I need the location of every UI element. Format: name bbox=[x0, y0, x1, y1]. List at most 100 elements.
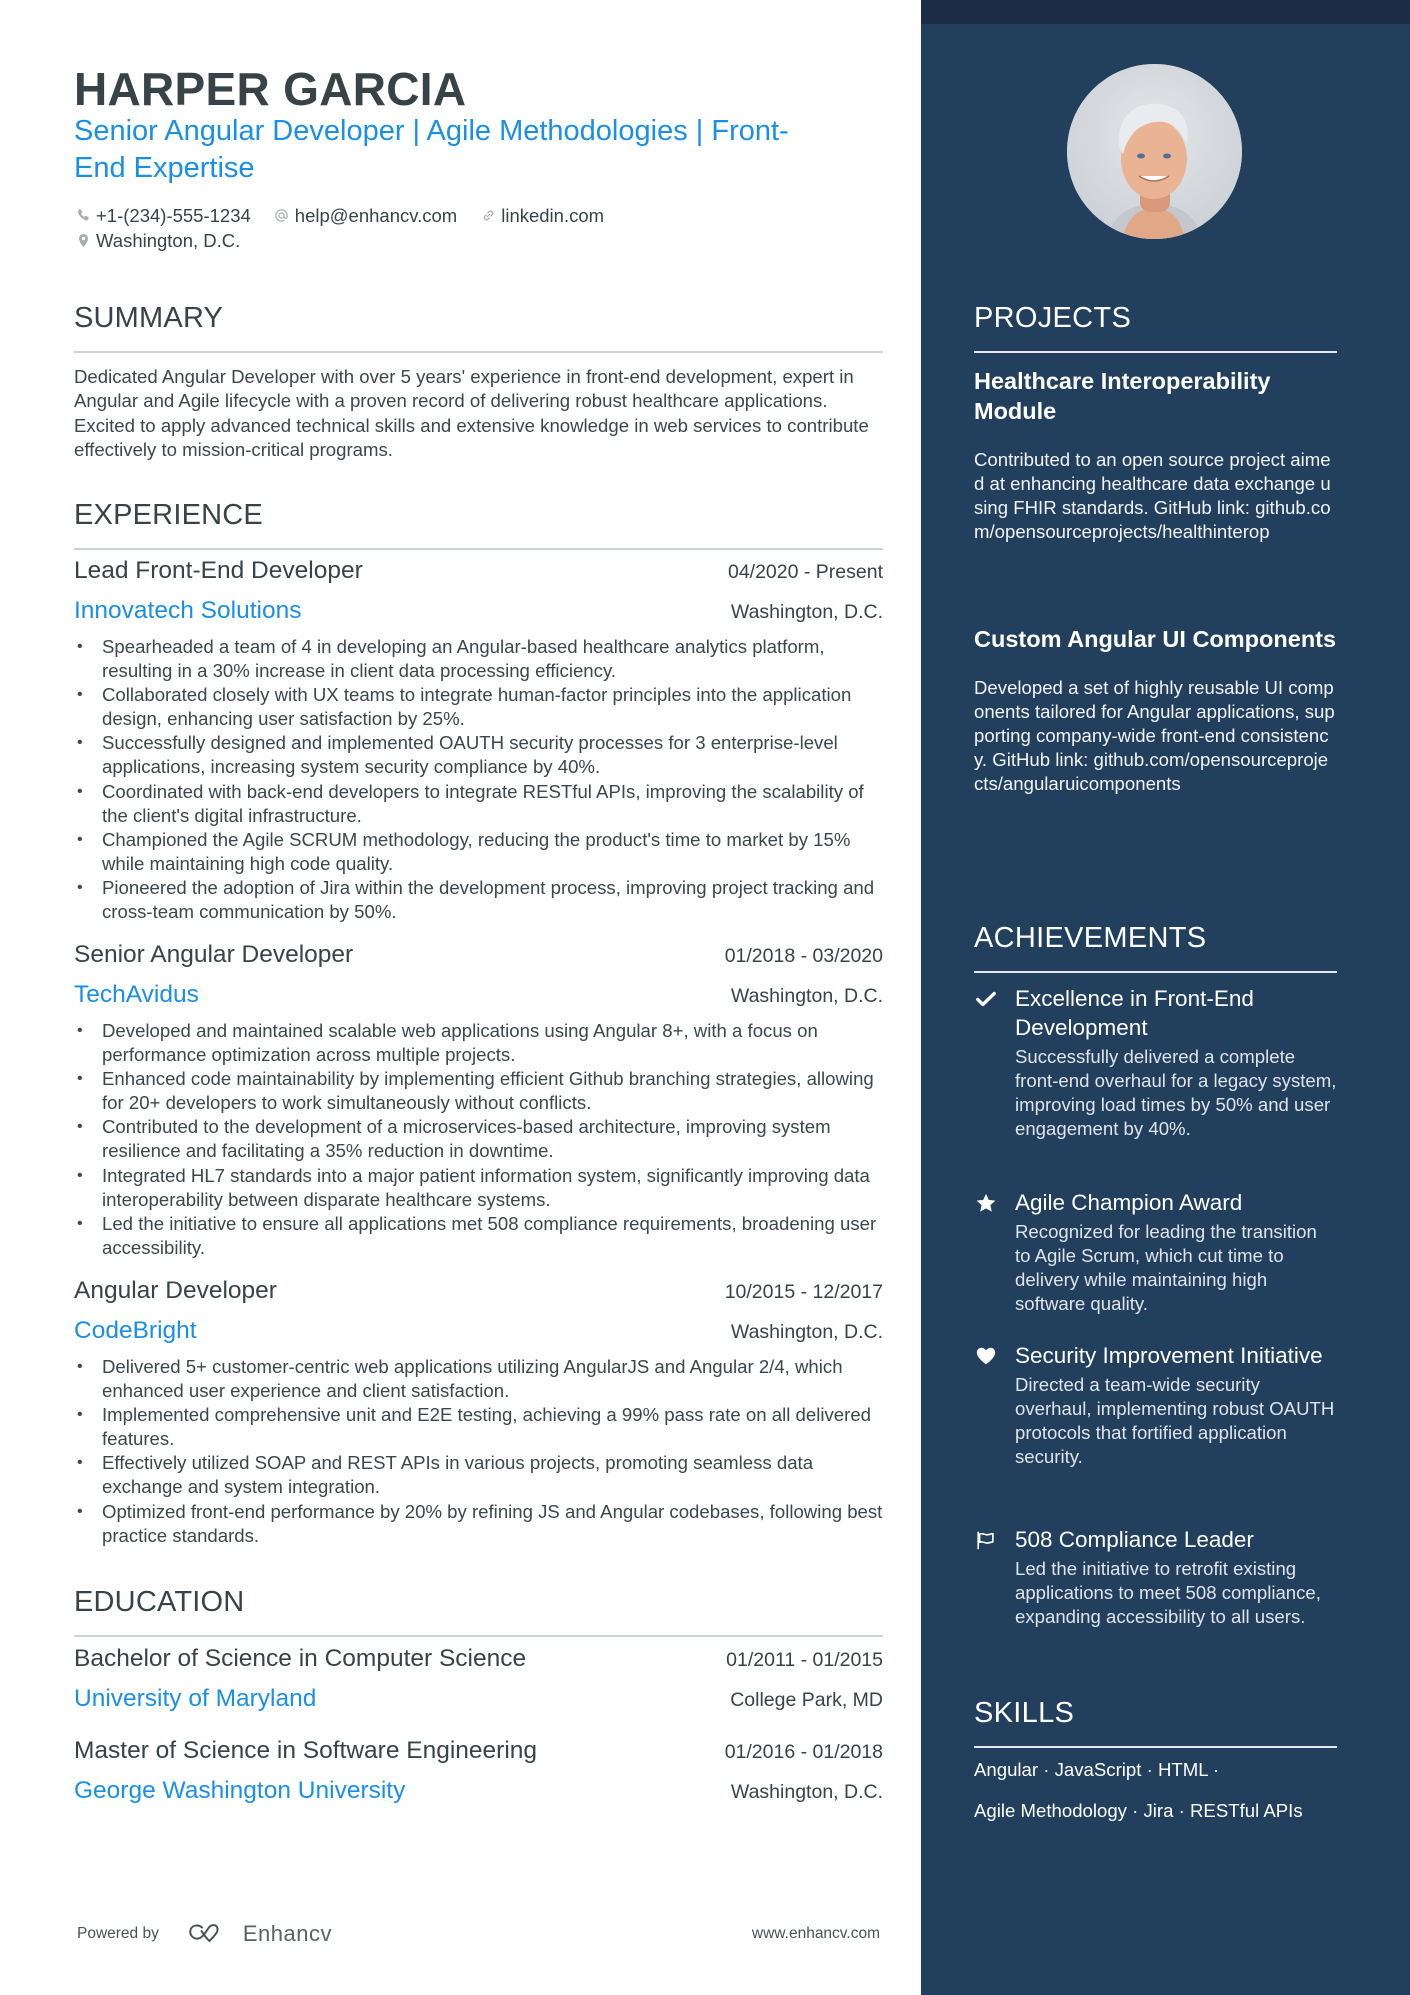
job-location: Washington, D.C. bbox=[730, 601, 883, 623]
job-bullet: Successfully designed and implemented OA… bbox=[74, 731, 883, 779]
edu-school[interactable]: George Washington University bbox=[74, 1777, 405, 1805]
footer-website[interactable]: www.enhancv.com bbox=[752, 1925, 880, 1943]
job-role: Angular Developer bbox=[74, 1277, 277, 1304]
contact-link[interactable]: linkedin.com bbox=[479, 205, 604, 227]
profile-photo bbox=[1067, 64, 1242, 239]
job-bullet: Pioneered the adoption of Jira within th… bbox=[74, 876, 883, 924]
contact-phone[interactable]: +1-(234)-555-1234 bbox=[74, 205, 251, 227]
star-icon bbox=[974, 1191, 998, 1215]
flag-icon bbox=[974, 1528, 998, 1552]
job-company[interactable]: TechAvidus bbox=[74, 981, 199, 1009]
job-bullet: Optimized front-end performance by 20% b… bbox=[74, 1500, 883, 1548]
achievement-item: Security Improvement Initiative Directed… bbox=[974, 1341, 1337, 1469]
achievement-title: Excellence in Front-End Development bbox=[1015, 986, 1254, 1040]
summary-heading-text: SUMMARY bbox=[74, 302, 224, 334]
experience-heading-text: EXPERIENCE bbox=[74, 499, 263, 531]
experience-divider bbox=[74, 548, 883, 550]
location-pin-icon bbox=[74, 232, 92, 250]
achievement-description: Led the initiative to retrofit existing … bbox=[1015, 1558, 1321, 1627]
job-bullets: Delivered 5+ customer-centric web applic… bbox=[74, 1355, 883, 1548]
job-bullet: Effectively utilized SOAP and REST APIs … bbox=[74, 1451, 883, 1499]
education-heading-text: EDUCATION bbox=[74, 1586, 245, 1618]
job-bullet: Enhanced code maintainability by impleme… bbox=[74, 1067, 883, 1115]
job-role: Lead Front-End Developer bbox=[74, 557, 363, 584]
projects-heading-text: PROJECTS bbox=[974, 302, 1132, 334]
job-bullet: Contributed to the development of a micr… bbox=[74, 1115, 883, 1163]
education-heading: EDUCATION bbox=[74, 1586, 883, 1638]
edu-dates: 01/2011 - 01/2015 bbox=[726, 1649, 883, 1671]
phone-icon bbox=[74, 207, 92, 225]
experience-entry: Lead Front-End Developer 04/2020 - Prese… bbox=[74, 557, 883, 924]
main-column: HARPER GARCIA Senior Angular Developer |… bbox=[0, 0, 921, 1995]
project-description: Contributed to an open source project ai… bbox=[974, 449, 1331, 542]
job-bullet: Championed the Agile SCRUM methodology, … bbox=[74, 828, 883, 876]
achievement-description: Directed a team-wide security overhaul, … bbox=[1015, 1374, 1335, 1467]
project-title: Custom Angular UI Components bbox=[974, 626, 1337, 652]
at-icon bbox=[273, 207, 291, 225]
job-bullets: Developed and maintained scalable web ap… bbox=[74, 1019, 883, 1260]
skills-line: Agile Methodology · Jira · RESTful APIs bbox=[974, 1800, 1303, 1821]
achievements-heading: ACHIEVEMENTS bbox=[974, 922, 1337, 974]
job-bullet: Integrated HL7 standards into a major pa… bbox=[74, 1164, 883, 1212]
heart-icon bbox=[974, 1344, 998, 1368]
summary-heading: SUMMARY bbox=[74, 302, 883, 354]
education-entry: Bachelor of Science in Computer Science … bbox=[74, 1645, 883, 1721]
achievement-item: 508 Compliance Leader Led the initiative… bbox=[974, 1525, 1337, 1629]
project-item: Custom Angular UI Components Developed a… bbox=[974, 624, 1337, 796]
project-title: Healthcare Interoperability Module bbox=[974, 368, 1271, 424]
link-text: linkedin.com bbox=[501, 204, 605, 226]
edu-location: College Park, MD bbox=[730, 1689, 883, 1711]
achievements-heading-text: ACHIEVEMENTS bbox=[974, 922, 1207, 954]
skills-divider bbox=[974, 1746, 1337, 1748]
email-text: help@enhancv.com bbox=[294, 204, 458, 226]
job-bullet: Delivered 5+ customer-centric web applic… bbox=[74, 1355, 883, 1403]
job-bullets: Spearheaded a team of 4 in developing an… bbox=[74, 635, 883, 924]
job-location: Washington, D.C. bbox=[730, 1321, 883, 1343]
job-bullet: Developed and maintained scalable web ap… bbox=[74, 1019, 883, 1067]
summary-text: Dedicated Angular Developer with over 5 … bbox=[74, 366, 869, 460]
candidate-title: Senior Angular Developer | Agile Methodo… bbox=[74, 115, 789, 184]
edu-school[interactable]: University of Maryland bbox=[74, 1685, 316, 1713]
job-location: Washington, D.C. bbox=[730, 985, 883, 1007]
powered-by-text: Powered by bbox=[77, 1925, 159, 1942]
job-bullet: Led the initiative to ensure all applica… bbox=[74, 1212, 883, 1260]
brand-name: Enhancv bbox=[242, 1921, 332, 1946]
achievement-title: 508 Compliance Leader bbox=[1015, 1527, 1254, 1552]
job-dates: 01/2018 - 03/2020 bbox=[724, 945, 883, 967]
achievement-item: Excellence in Front-End Development Succ… bbox=[974, 984, 1337, 1141]
achievement-title: Agile Champion Award bbox=[1015, 1190, 1243, 1215]
education-divider bbox=[74, 1635, 883, 1637]
edu-degree: Master of Science in Software Engineerin… bbox=[74, 1737, 538, 1764]
achievement-description: Recognized for leading the transition to… bbox=[1015, 1221, 1317, 1314]
project-description: Developed a set of highly reusable UI co… bbox=[974, 677, 1335, 794]
job-bullet: Collaborated closely with UX teams to in… bbox=[74, 683, 883, 731]
experience-entry: Angular Developer 10/2015 - 12/2017 Code… bbox=[74, 1277, 883, 1548]
job-bullet: Coordinated with back-end developers to … bbox=[74, 780, 883, 828]
skills-heading: SKILLS bbox=[974, 1697, 1337, 1749]
experience-heading: EXPERIENCE bbox=[74, 499, 883, 551]
footer: Powered by Enhancv www.enhancv.com bbox=[77, 1914, 880, 1954]
achievement-title: Security Improvement Initiative bbox=[1015, 1343, 1323, 1368]
contact-email[interactable]: help@enhancv.com bbox=[273, 205, 457, 227]
education-entry: Master of Science in Software Engineerin… bbox=[74, 1737, 883, 1813]
sidebar: PROJECTS Healthcare Interoperability Mod… bbox=[921, 0, 1410, 1995]
job-dates: 10/2015 - 12/2017 bbox=[724, 1281, 883, 1303]
projects-heading: PROJECTS bbox=[974, 302, 1337, 354]
phone-text: +1-(234)-555-1234 bbox=[96, 204, 251, 226]
enhancv-logo[interactable]: Enhancv bbox=[187, 1921, 332, 1947]
skills-list: Angular · JavaScript · HTML · Agile Meth… bbox=[974, 1758, 1337, 1840]
edu-location: Washington, D.C. bbox=[730, 1781, 883, 1803]
achievement-description: Successfully delivered a complete front-… bbox=[1015, 1046, 1337, 1139]
job-role: Senior Angular Developer bbox=[74, 941, 354, 968]
experience-entry: Senior Angular Developer 01/2018 - 03/20… bbox=[74, 941, 883, 1260]
job-dates: 04/2020 - Present bbox=[727, 561, 883, 583]
job-company[interactable]: Innovatech Solutions bbox=[74, 597, 301, 625]
job-company[interactable]: CodeBright bbox=[74, 1317, 197, 1345]
contact-row: +1-(234)-555-1234 help@enhancv.com linke… bbox=[74, 203, 883, 228]
job-bullet: Spearheaded a team of 4 in developing an… bbox=[74, 635, 883, 683]
project-item: Healthcare Interoperability Module Contr… bbox=[974, 366, 1337, 544]
projects-divider bbox=[974, 351, 1337, 353]
enhancv-logo-icon bbox=[189, 1924, 219, 1942]
footer-branding: Powered by Enhancv bbox=[77, 1921, 332, 1947]
achievement-item: Agile Champion Award Recognized for lead… bbox=[974, 1188, 1337, 1316]
